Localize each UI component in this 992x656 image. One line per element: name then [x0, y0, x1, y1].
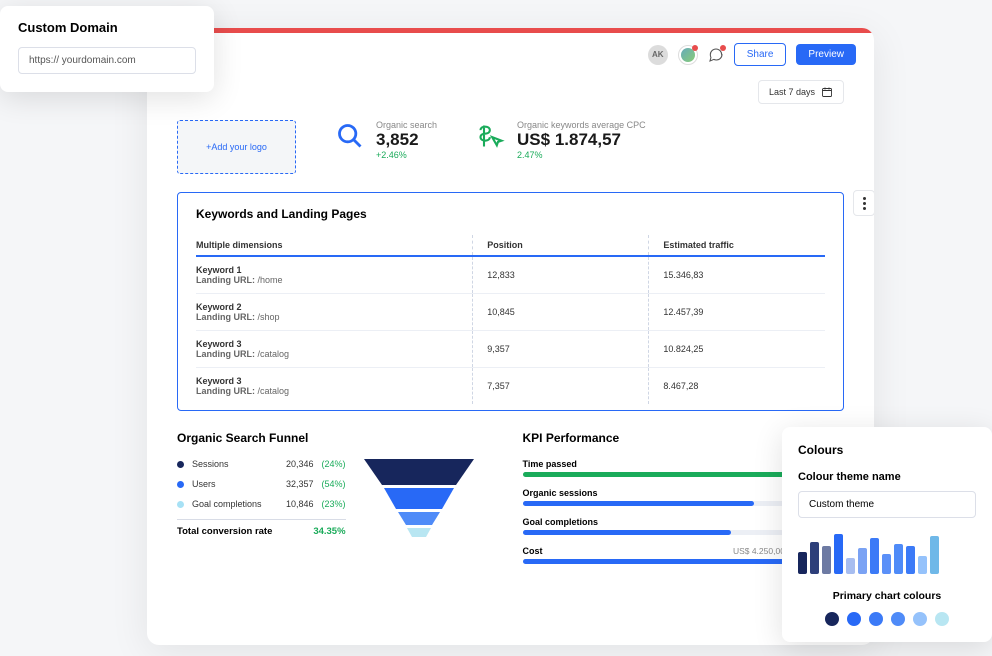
sample-bar	[798, 552, 807, 574]
table-row: Keyword 3Landing URL: /catalog9,35710.82…	[196, 331, 825, 368]
dashboard-window: AK Share Preview Last 7 days +Add your l…	[147, 28, 874, 645]
kpi-label: Organic keywords average CPC	[517, 120, 646, 130]
colour-swatch[interactable]	[869, 612, 883, 626]
funnel-row: Sessions20,346 (24%)	[177, 459, 346, 469]
colour-sample-chart	[798, 532, 976, 574]
search-icon	[336, 122, 364, 150]
custom-domain-title: Custom Domain	[18, 20, 196, 35]
colour-swatch[interactable]	[935, 612, 949, 626]
notification-dot	[720, 45, 726, 51]
avatar-user-ak[interactable]: AK	[648, 45, 668, 65]
colour-theme-input[interactable]	[798, 491, 976, 518]
colour-swatch[interactable]	[847, 612, 861, 626]
table-row: Keyword 1Landing URL: /home12,83315.346,…	[196, 257, 825, 294]
kpi-row: +Add your logo Organic search 3,852 +2.4…	[147, 114, 874, 192]
funnel-chart	[364, 459, 474, 541]
colour-swatches	[798, 612, 976, 626]
sample-bar	[810, 542, 819, 574]
share-button[interactable]: Share	[734, 43, 787, 66]
sample-bar	[822, 546, 831, 574]
section-title: Keywords and Landing Pages	[196, 207, 825, 221]
top-bar: AK Share Preview	[147, 33, 874, 76]
table-row: Keyword 3Landing URL: /catalog7,3578.467…	[196, 368, 825, 405]
period-row: Last 7 days	[147, 76, 874, 114]
colour-swatch[interactable]	[825, 612, 839, 626]
kpi-organic-search: Organic search 3,852 +2.46%	[336, 120, 437, 160]
colour-swatch[interactable]	[913, 612, 927, 626]
funnel-row: Goal completions10,846 (23%)	[177, 499, 346, 509]
th-dimensions: Multiple dimensions	[196, 235, 473, 255]
sample-bar	[930, 536, 939, 574]
comment-icon[interactable]	[708, 47, 724, 63]
funnel-panel: Organic Search Funnel Sessions20,346 (24…	[177, 431, 499, 575]
colour-swatch[interactable]	[891, 612, 905, 626]
preview-button[interactable]: Preview	[796, 44, 856, 65]
sample-bar	[906, 546, 915, 574]
sample-bar	[894, 544, 903, 574]
sample-bar	[870, 538, 879, 574]
colour-theme-label: Colour theme name	[798, 471, 976, 483]
th-position: Position	[473, 235, 649, 255]
sample-bar	[858, 548, 867, 574]
kpi-value: US$ 1.874,57	[517, 130, 646, 150]
funnel-stats: Sessions20,346 (24%) Users32,357 (54%) Goa…	[177, 459, 346, 541]
kpi-label: Organic search	[376, 120, 437, 130]
table-row: Keyword 2Landing URL: /shop10,84512.457,…	[196, 294, 825, 331]
more-options-button[interactable]	[853, 190, 874, 216]
sample-bar	[882, 554, 891, 574]
avatar-user-2[interactable]	[678, 45, 698, 65]
kpi-change: 2.47%	[517, 150, 646, 160]
primary-colours-label: Primary chart colours	[798, 590, 976, 602]
add-logo-button[interactable]: +Add your logo	[177, 120, 296, 174]
dollar-cursor-icon	[477, 122, 505, 150]
calendar-icon	[821, 86, 833, 98]
sample-bar	[918, 556, 927, 574]
period-label: Last 7 days	[769, 87, 815, 97]
colours-card: Colours Colour theme name Primary chart …	[782, 427, 992, 642]
kpi-cpc: Organic keywords average CPC US$ 1.874,5…	[477, 120, 646, 160]
sample-bar	[846, 558, 855, 574]
colours-title: Colours	[798, 443, 976, 457]
notification-dot	[692, 45, 698, 51]
custom-domain-card: Custom Domain	[0, 6, 214, 92]
sample-bar	[834, 534, 843, 574]
panel-title: Organic Search Funnel	[177, 431, 499, 445]
keywords-table-section: Keywords and Landing Pages Multiple dime…	[177, 192, 844, 411]
custom-domain-input[interactable]	[18, 47, 196, 74]
th-traffic: Estimated traffic	[649, 235, 825, 255]
bottom-row: Organic Search Funnel Sessions20,346 (24…	[147, 411, 874, 595]
kpi-value: 3,852	[376, 130, 437, 150]
keywords-table: Multiple dimensions Position Estimated t…	[196, 235, 825, 404]
funnel-row: Users32,357 (54%)	[177, 479, 346, 489]
kpi-change: +2.46%	[376, 150, 437, 160]
period-selector[interactable]: Last 7 days	[758, 80, 844, 104]
